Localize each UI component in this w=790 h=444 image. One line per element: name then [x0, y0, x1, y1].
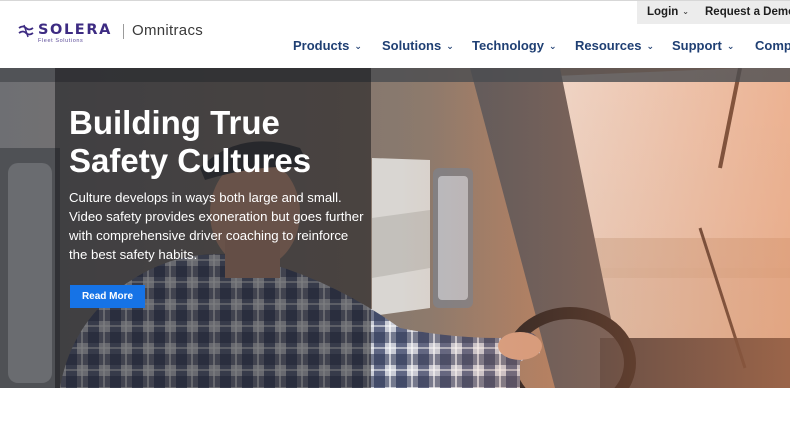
login-label: Login: [647, 6, 679, 18]
nav-label: Technology: [472, 38, 544, 53]
solera-wave-icon: [18, 24, 34, 38]
logo-divider: [123, 24, 124, 39]
utility-bar: Login ⌄ Request a Demo: [637, 1, 790, 24]
hero-title-line1: Building True: [69, 104, 280, 141]
chevron-down-icon: ⌄: [548, 41, 557, 51]
chevron-down-icon: ⌄: [446, 41, 454, 51]
request-demo-label: Request a Demo: [705, 6, 790, 18]
nav-label: Support: [672, 38, 722, 53]
nav-label: Comp: [755, 38, 790, 53]
logo-wordmark: SOLERA: [38, 22, 112, 38]
hero-title-line2: Safety Cultures: [69, 142, 312, 179]
logo-brand: Omnitracs: [132, 22, 204, 39]
nav-label: Products: [293, 38, 350, 53]
site-header: Login ⌄ Request a Demo SOLERA Fleet Solut…: [0, 0, 790, 68]
chevron-down-icon: ⌄: [646, 41, 655, 51]
chevron-down-icon: ⌄: [354, 41, 362, 51]
read-more-button[interactable]: Read More: [70, 285, 145, 308]
request-demo-link[interactable]: Request a Demo: [705, 6, 790, 18]
login-menu[interactable]: Login ⌄: [647, 6, 689, 18]
nav-item-products[interactable]: Products ⌄: [293, 38, 362, 53]
nav-label: Solutions: [382, 38, 442, 53]
main-nav: Products ⌄ Solutions ⌄ Technology ⌄ Resourc…: [0, 38, 790, 56]
hero-title: Building True Safety Cultures: [69, 104, 369, 180]
nav-item-support[interactable]: Support ⌄: [672, 38, 734, 53]
hero-banner: Building True Safety Cultures Culture de…: [0, 68, 790, 388]
nav-item-resources[interactable]: Resources ⌄: [575, 38, 654, 53]
nav-label: Resources: [575, 38, 642, 53]
chevron-down-icon: ⌄: [682, 7, 689, 16]
nav-item-technology[interactable]: Technology ⌄: [472, 38, 557, 53]
nav-item-company[interactable]: Comp: [755, 38, 790, 53]
nav-item-solutions[interactable]: Solutions ⌄: [382, 38, 454, 53]
hero-body: Culture develops in ways both large and …: [69, 190, 364, 262]
chevron-down-icon: ⌄: [726, 41, 735, 51]
